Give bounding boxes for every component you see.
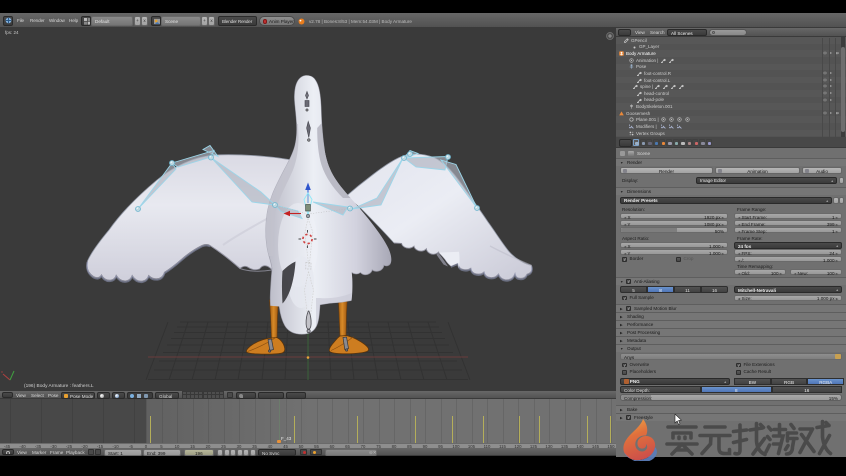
svg-text:x: x <box>1 369 3 374</box>
svg-text:(196) Body Armature : feathers: (196) Body Armature : feathers.L <box>24 383 94 389</box>
svg-text:fps: 24: fps: 24 <box>5 30 19 35</box>
